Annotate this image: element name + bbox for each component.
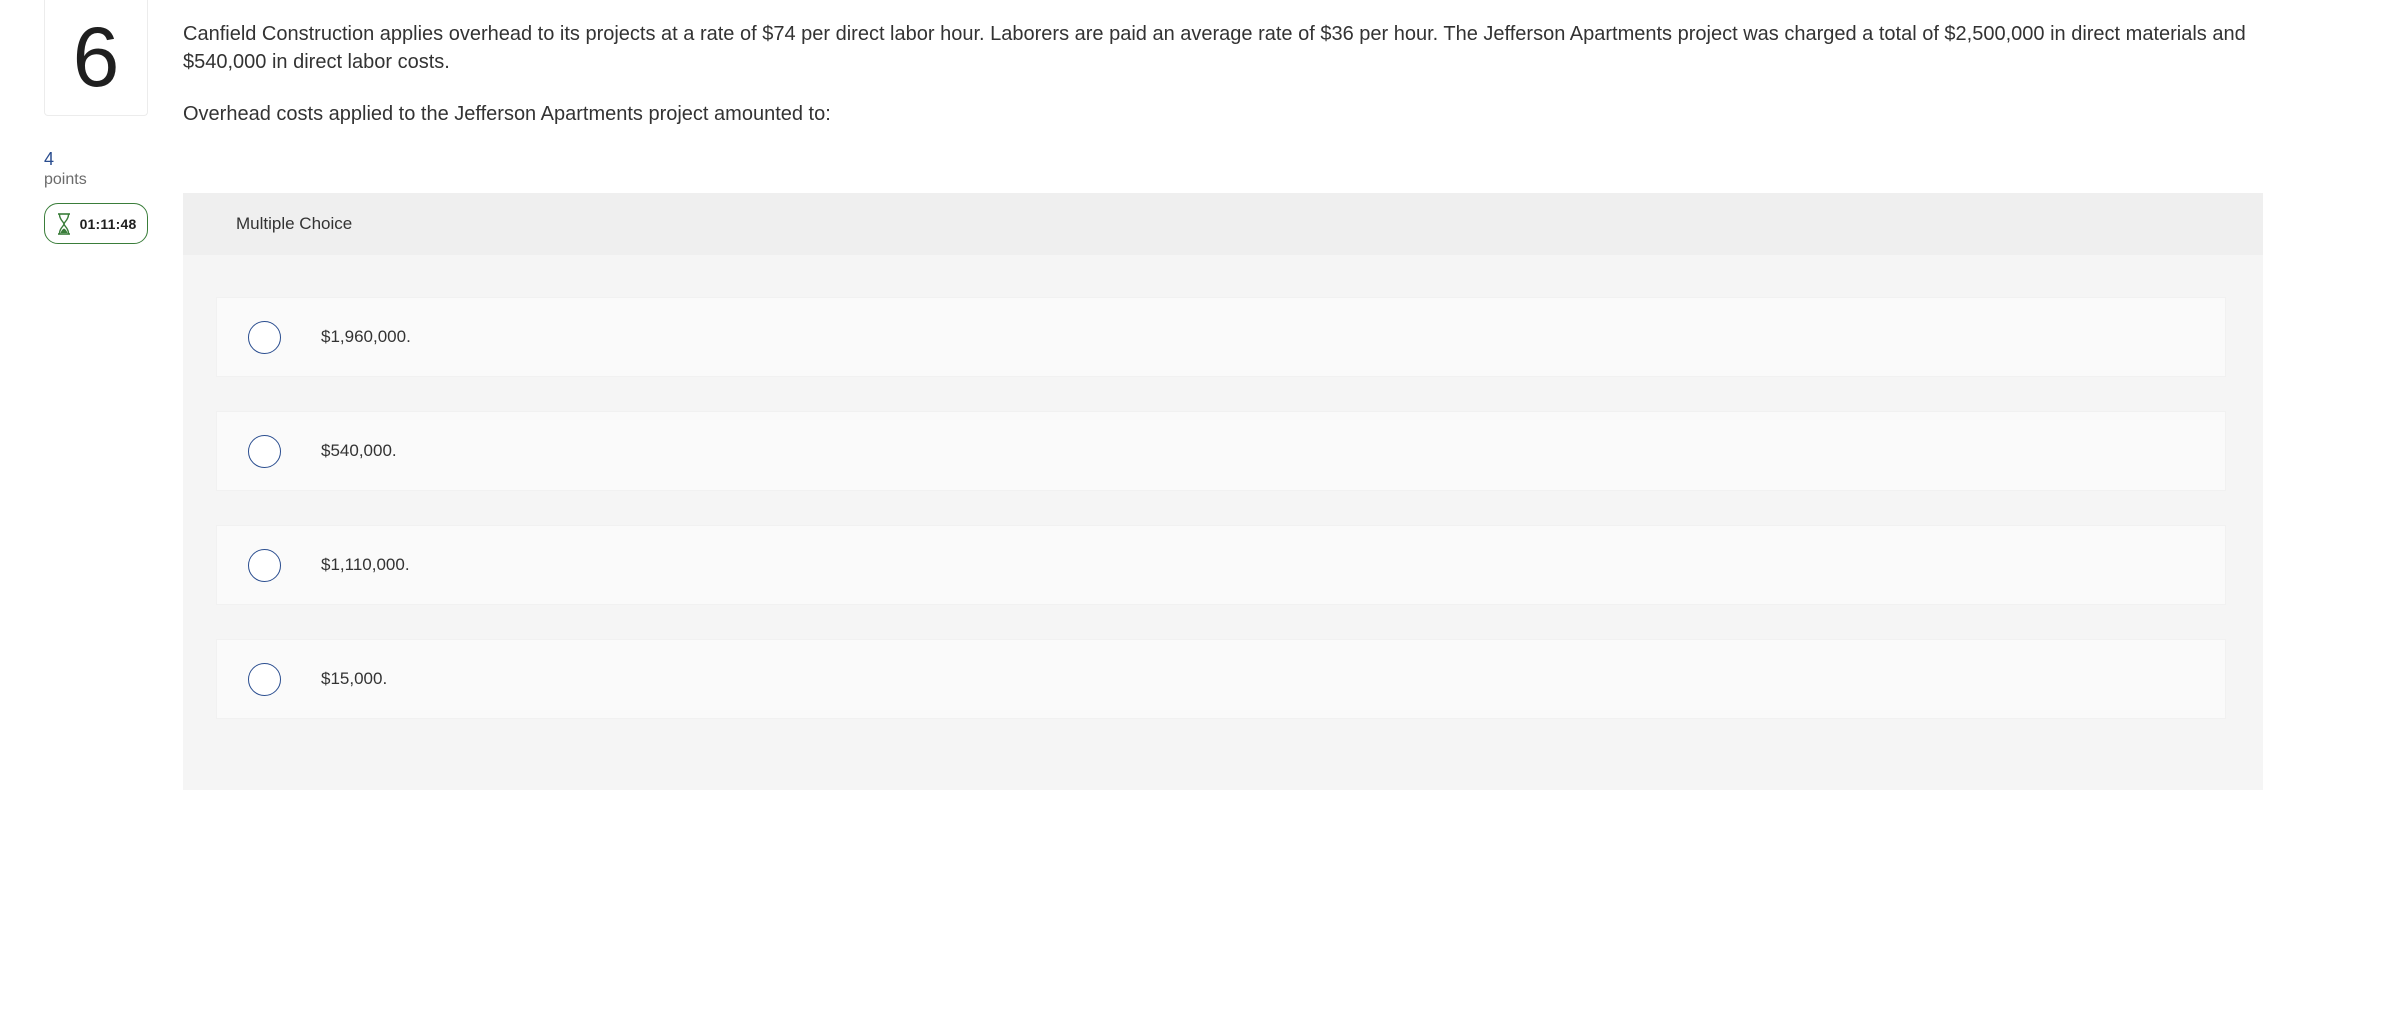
radio-button[interactable]: [248, 320, 281, 354]
radio-button[interactable]: [248, 548, 281, 582]
multiple-choice-header: Multiple Choice: [183, 193, 2263, 255]
hourglass-icon: [57, 212, 70, 235]
choice-option-2[interactable]: $540,000.: [216, 411, 2226, 491]
choice-label: $1,960,000.: [321, 327, 411, 346]
choice-label: $540,000.: [321, 441, 397, 460]
choice-option-3[interactable]: $1,110,000.: [216, 525, 2226, 605]
choice-option-4[interactable]: $15,000.: [216, 639, 2226, 719]
question-text: Overhead costs applied to the Jefferson …: [183, 103, 831, 125]
timer-text: 01:11:48: [79, 215, 137, 232]
question-number: 6: [72, 9, 120, 104]
choice-option-1[interactable]: $1,960,000.: [216, 297, 2226, 377]
question-prompt: Canfield Construction applies overhead t…: [183, 23, 2246, 73]
question-page: 6 4 points 01:11:48 Canfield Constructio…: [0, 0, 2401, 1025]
question-sidebar: 6 4 points 01:11:48: [44, 0, 150, 244]
choice-list: $1,960,000. $540,000. $1,110,000. $15,00…: [216, 297, 2226, 753]
question-content: Canfield Construction applies overhead t…: [183, 0, 2263, 128]
points-label: points: [44, 171, 87, 188]
choice-label: $15,000.: [321, 669, 388, 688]
multiple-choice-panel: Multiple Choice $1,960,000. $540,000. $1…: [183, 193, 2263, 790]
radio-button[interactable]: [248, 434, 281, 468]
radio-button[interactable]: [248, 662, 281, 696]
points-value: 4: [44, 149, 55, 169]
timer-badge[interactable]: 01:11:48: [44, 203, 148, 244]
question-number-box: 6: [44, 0, 148, 116]
choice-label: $1,110,000.: [321, 555, 410, 574]
